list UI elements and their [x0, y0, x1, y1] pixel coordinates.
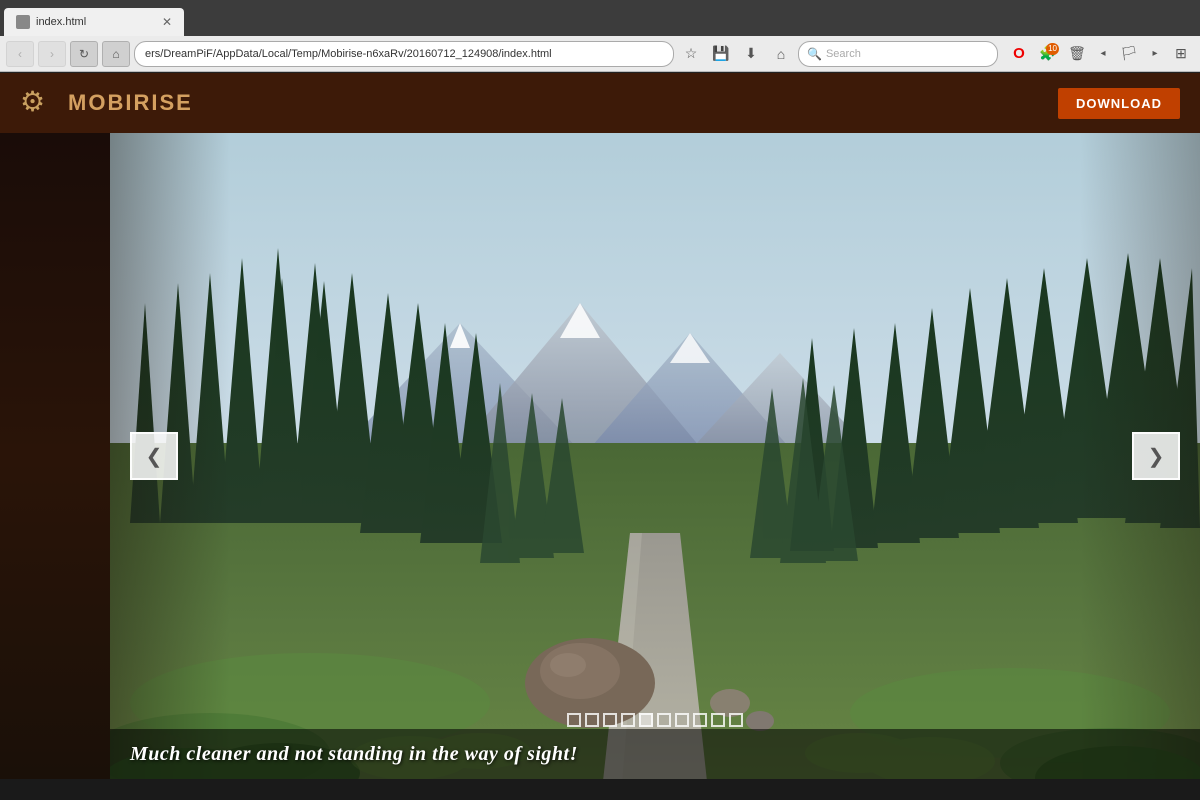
- star-icon: ☆: [685, 45, 698, 62]
- browser-toolbar: ‹ › ↻ ⌂ ers/DreamPiF/AppData/Local/Temp/…: [0, 36, 1200, 72]
- indicator-10[interactable]: [729, 713, 743, 727]
- indicator-1[interactable]: [567, 713, 581, 727]
- indicator-8[interactable]: [693, 713, 707, 727]
- browser-content: ⚙ MOBIRISE DOWNLOAD: [0, 73, 1200, 779]
- search-bar[interactable]: 🔍 Search: [798, 41, 998, 67]
- notification-badge: 10: [1046, 43, 1059, 55]
- overflow-left[interactable]: ◂: [1093, 41, 1113, 67]
- indicator-6[interactable]: [657, 713, 671, 727]
- slide-prev-button[interactable]: ❮: [130, 432, 178, 480]
- trash-icon: 🗑: [1068, 45, 1086, 62]
- slide-caption: Much cleaner and not standing in the way…: [110, 729, 1200, 779]
- download-button[interactable]: DOWNLOAD: [1058, 88, 1180, 119]
- url-text: ers/DreamPiF/AppData/Local/Temp/Mobirise…: [145, 48, 663, 60]
- download-page-button[interactable]: ⬇: [738, 41, 764, 67]
- home-icon: ⌂: [112, 47, 119, 61]
- reload-icon: ↻: [79, 47, 89, 61]
- back-button[interactable]: ‹: [6, 41, 34, 67]
- indicator-5[interactable]: [639, 713, 653, 727]
- save-icon: 💾: [712, 45, 729, 62]
- opera-icon: O: [1013, 45, 1025, 62]
- tab-favicon: [16, 15, 30, 29]
- bookmark-list-button[interactable]: 🏳: [1116, 41, 1142, 67]
- search-placeholder: Search: [826, 48, 861, 60]
- slide-indicators: [567, 713, 743, 727]
- download-icon: ⬇: [745, 45, 757, 62]
- indicator-2[interactable]: [585, 713, 599, 727]
- slide-image: [110, 133, 1200, 779]
- save-page-button[interactable]: 💾: [708, 41, 734, 67]
- overflow-right[interactable]: ▸: [1145, 41, 1165, 67]
- grid-icon: ⊞: [1175, 45, 1187, 62]
- browser-tab-active[interactable]: index.html ✕: [4, 8, 184, 36]
- home2-button[interactable]: ⌂: [768, 41, 794, 67]
- bookmark-list-icon: 🏳: [1120, 45, 1138, 62]
- bookmark-button[interactable]: ☆: [678, 41, 704, 67]
- prev-icon: ❮: [146, 444, 163, 469]
- browser-chrome: index.html ✕ ‹ › ↻ ⌂ ers/DreamPiF/AppDat…: [0, 0, 1200, 73]
- browser-tabs: index.html ✕: [0, 0, 1200, 36]
- app-name: MOBIRISE: [68, 90, 193, 116]
- toolbar-icons: O 🧩 10 🗑 ◂ 🏳 ▸ ⊞: [1006, 41, 1194, 67]
- forward-button[interactable]: ›: [38, 41, 66, 67]
- tab-close-button[interactable]: ✕: [162, 15, 172, 29]
- next-icon: ❯: [1148, 444, 1165, 469]
- caption-text: Much cleaner and not standing in the way…: [130, 743, 578, 766]
- forward-icon: ›: [50, 47, 54, 61]
- slideshow-container: ❮ ❯ Much cleaner and not standing in the…: [110, 133, 1200, 779]
- app-logo: ⚙ MOBIRISE: [20, 85, 193, 121]
- indicator-9[interactable]: [711, 713, 725, 727]
- reload-button[interactable]: ↻: [70, 41, 98, 67]
- app-header: ⚙ MOBIRISE DOWNLOAD: [0, 73, 1200, 133]
- opera-button[interactable]: O: [1006, 41, 1032, 67]
- left-sidebar: [0, 133, 110, 779]
- indicator-4[interactable]: [621, 713, 635, 727]
- trash-button[interactable]: 🗑: [1064, 41, 1090, 67]
- indicator-3[interactable]: [603, 713, 617, 727]
- back-icon: ‹: [18, 47, 22, 61]
- slide-next-button[interactable]: ❯: [1132, 432, 1180, 480]
- home2-icon: ⌂: [777, 46, 785, 62]
- home-button[interactable]: ⌂: [102, 41, 130, 67]
- indicator-7[interactable]: [675, 713, 689, 727]
- app-gear-icon: ⚙: [20, 85, 56, 121]
- address-bar[interactable]: ers/DreamPiF/AppData/Local/Temp/Mobirise…: [134, 41, 674, 67]
- grid-button[interactable]: ⊞: [1168, 41, 1194, 67]
- search-icon: 🔍: [807, 47, 822, 61]
- extensions-button[interactable]: 🧩 10: [1035, 41, 1061, 67]
- tab-title: index.html: [36, 16, 156, 28]
